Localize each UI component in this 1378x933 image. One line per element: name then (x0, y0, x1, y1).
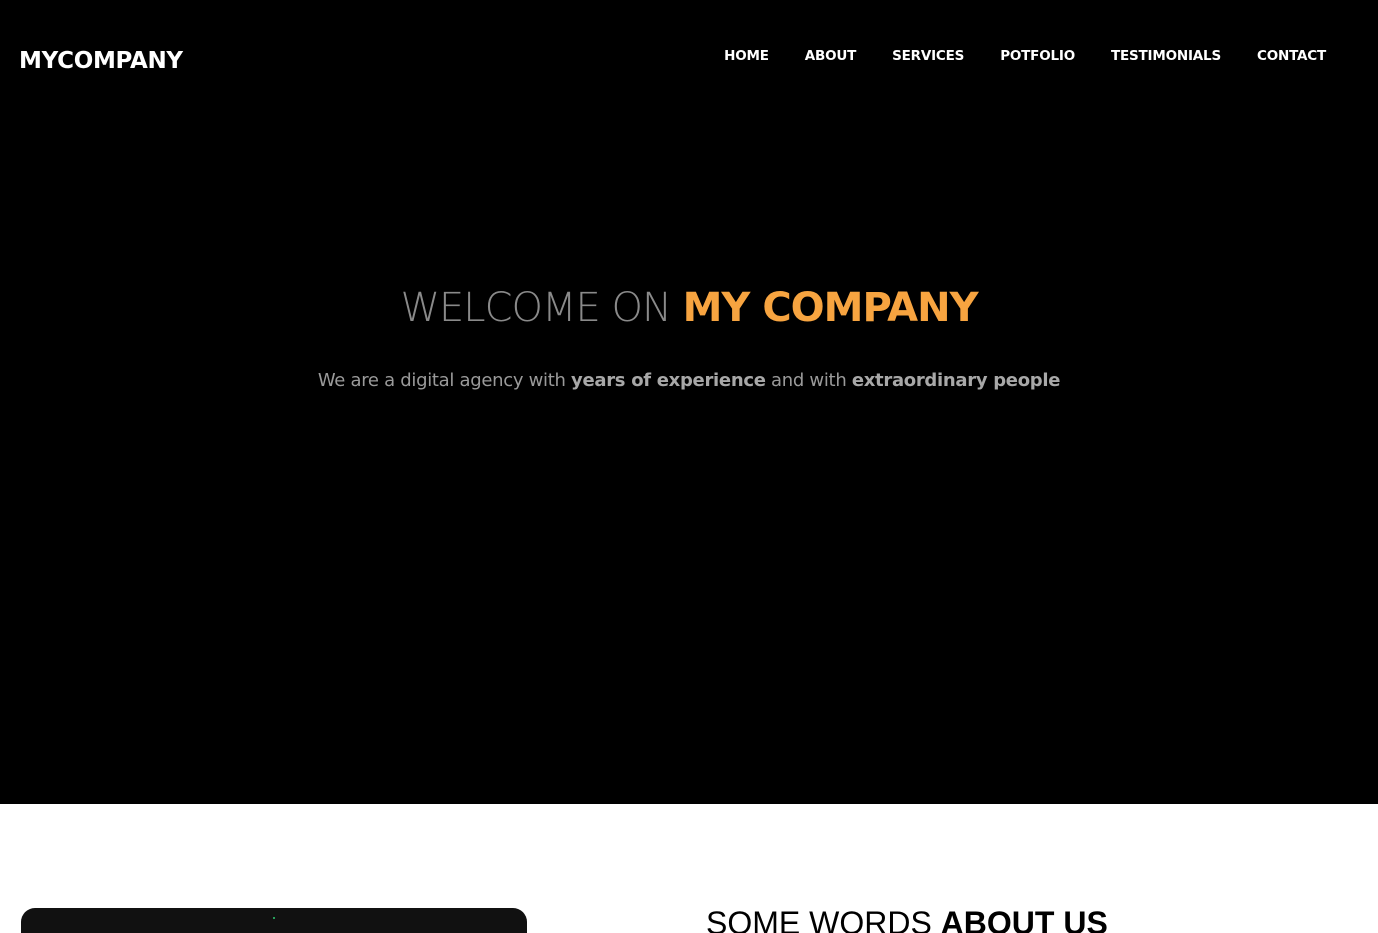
about-heading-bold: ABOUT US (940, 905, 1108, 933)
hero-title: WELCOME ON MY COMPANY (0, 282, 1378, 334)
nav-contact[interactable]: CONTACT (1239, 46, 1344, 66)
hero-subtitle: We are a digital agency with years of ex… (0, 368, 1378, 394)
hero-section: MYCOMPANY HOME ABOUT SERVICES POTFOLIO T… (0, 0, 1378, 804)
hero-subtitle-bold-1: years of experience (571, 370, 766, 391)
hero-title-accent: MY COMPANY (682, 285, 979, 331)
about-heading-light: SOME WORDS (706, 905, 941, 933)
brand-logo[interactable]: MYCOMPANY (19, 46, 183, 76)
about-section: SOME WORDS ABOUT US (0, 804, 1378, 933)
main-nav: HOME ABOUT SERVICES POTFOLIO TESTIMONIAL… (706, 46, 1344, 66)
nav-about[interactable]: ABOUT (787, 46, 874, 66)
hero-title-light: WELCOME ON (400, 285, 683, 331)
device-mockup (21, 908, 527, 933)
hero-subtitle-part-2: and with (765, 370, 852, 391)
nav-home[interactable]: HOME (706, 46, 787, 66)
hero-subtitle-part-1: We are a digital agency with (317, 370, 572, 391)
nav-testimonials[interactable]: TESTIMONIALS (1093, 46, 1239, 66)
hero-subtitle-bold-2: extraordinary people (851, 370, 1061, 391)
camera-dot-icon (273, 917, 275, 919)
nav-services[interactable]: SERVICES (874, 46, 982, 66)
nav-portfolio[interactable]: POTFOLIO (982, 46, 1093, 66)
about-heading: SOME WORDS ABOUT US (706, 904, 1108, 933)
